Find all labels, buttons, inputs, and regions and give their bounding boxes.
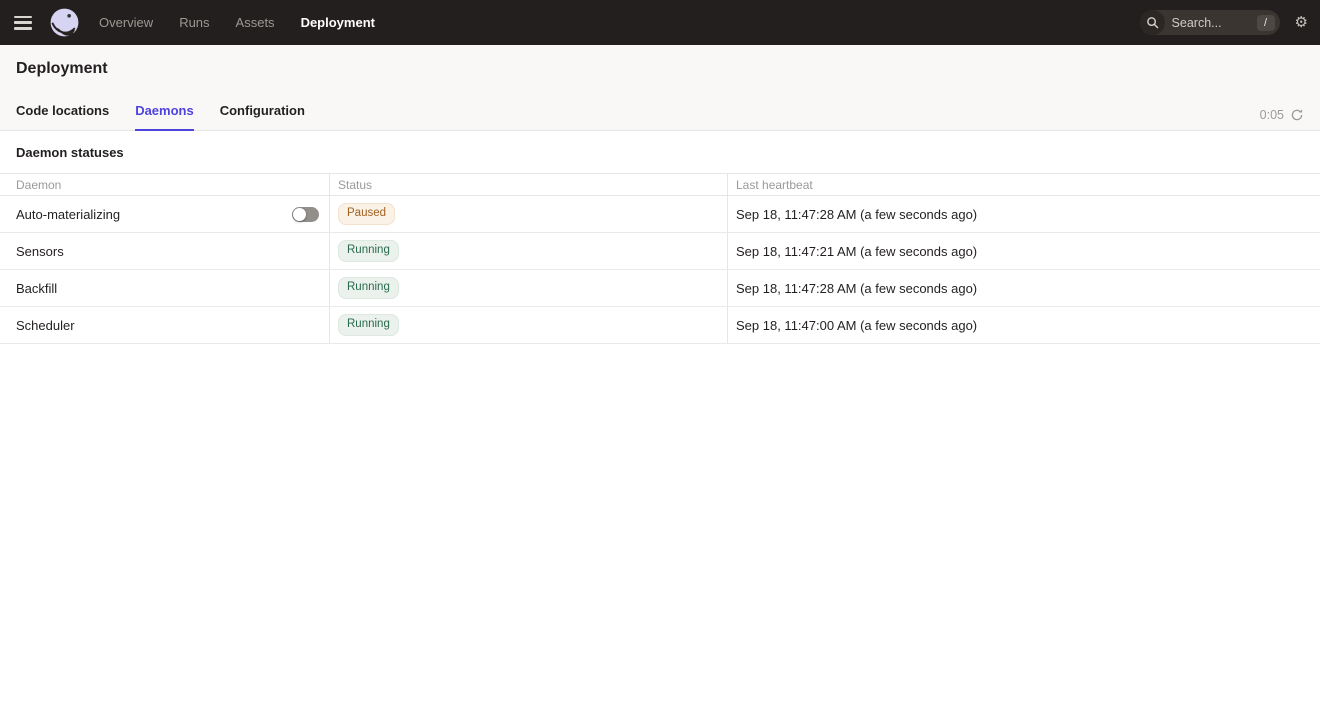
status-badge: Paused	[338, 203, 395, 225]
search-box[interactable]: /	[1140, 10, 1280, 35]
daemon-status-table: Daemon Status Last heartbeat Auto-materi…	[0, 173, 1320, 344]
search-icon	[1140, 10, 1165, 35]
last-heartbeat: Sep 18, 11:47:28 AM (a few seconds ago)	[736, 207, 977, 222]
last-heartbeat: Sep 18, 11:47:21 AM (a few seconds ago)	[736, 244, 977, 259]
nav-item-assets[interactable]: Assets	[236, 15, 275, 30]
column-header-status: Status	[329, 174, 727, 195]
last-heartbeat: Sep 18, 11:47:28 AM (a few seconds ago)	[736, 281, 977, 296]
daemon-name: Sensors	[16, 244, 64, 259]
daemon-name: Backfill	[16, 281, 57, 296]
toggle-knob	[293, 208, 306, 221]
tabs-row: Code locations Daemons Configuration 0:0…	[0, 91, 1320, 131]
daemon-name: Auto-materializing	[16, 207, 120, 222]
status-badge: Running	[338, 277, 399, 299]
nav-item-deployment[interactable]: Deployment	[301, 15, 375, 30]
refresh-area: 0:05	[1260, 108, 1304, 131]
gear-icon[interactable]: ⚙	[1295, 15, 1308, 30]
section-title: Daemon statuses	[0, 131, 1320, 173]
status-badge: Running	[338, 314, 399, 336]
table-row: Sensors Running Sep 18, 11:47:21 AM (a f…	[0, 233, 1320, 270]
search-shortcut-key: /	[1257, 15, 1275, 31]
refresh-countdown: 0:05	[1260, 108, 1284, 122]
table-row: Auto-materializing Paused Sep 18, 11:47:…	[0, 196, 1320, 233]
nav-item-overview[interactable]: Overview	[99, 15, 153, 30]
last-heartbeat: Sep 18, 11:47:00 AM (a few seconds ago)	[736, 318, 977, 333]
table-row: Backfill Running Sep 18, 11:47:28 AM (a …	[0, 270, 1320, 307]
daemon-toggle[interactable]	[292, 207, 319, 222]
page-title: Deployment	[16, 60, 1304, 78]
hamburger-menu-icon[interactable]	[14, 16, 32, 30]
top-nav: Overview Runs Assets Deployment / ⚙	[0, 0, 1320, 45]
tab-configuration[interactable]: Configuration	[220, 103, 305, 131]
nav-links: Overview Runs Assets Deployment	[99, 15, 375, 30]
tab-code-locations[interactable]: Code locations	[16, 103, 109, 131]
status-badge: Running	[338, 240, 399, 262]
daemon-name: Scheduler	[16, 318, 75, 333]
content: Daemon statuses Daemon Status Last heart…	[0, 131, 1320, 344]
table-row: Scheduler Running Sep 18, 11:47:00 AM (a…	[0, 307, 1320, 344]
nav-right: / ⚙	[1140, 10, 1308, 35]
page-header: Deployment Code locations Daemons Config…	[0, 45, 1320, 131]
column-header-last-heartbeat: Last heartbeat	[727, 174, 1320, 195]
dagster-logo[interactable]	[48, 6, 81, 39]
search-input[interactable]	[1165, 16, 1257, 30]
refresh-icon[interactable]	[1290, 108, 1304, 122]
tab-daemons[interactable]: Daemons	[135, 103, 194, 131]
table-header-row: Daemon Status Last heartbeat	[0, 173, 1320, 196]
nav-item-runs[interactable]: Runs	[179, 15, 209, 30]
column-header-daemon: Daemon	[0, 174, 329, 195]
